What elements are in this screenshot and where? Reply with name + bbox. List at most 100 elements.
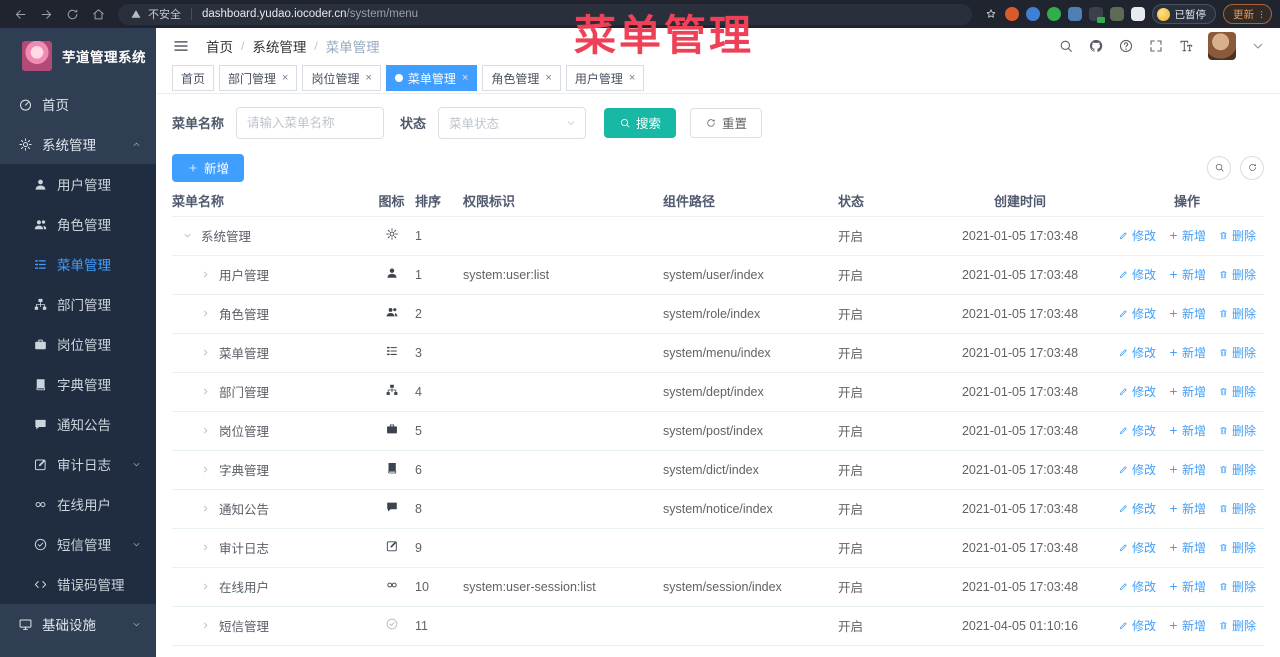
menu-name-input[interactable] — [236, 106, 385, 139]
action-delete-link[interactable]: 删除 — [1218, 305, 1256, 322]
action-add-link[interactable]: 新增 — [1168, 578, 1206, 595]
tab-user[interactable]: 用户管理 × — [565, 65, 645, 92]
action-edit-link[interactable]: 修改 — [1118, 539, 1156, 556]
tab-close-icon[interactable]: × — [365, 72, 371, 84]
sidebar-item-system[interactable]: 系统管理 — [0, 124, 156, 164]
help-icon[interactable] — [1118, 38, 1134, 54]
action-edit-link[interactable]: 修改 — [1118, 383, 1156, 400]
action-edit-link[interactable]: 修改 — [1118, 227, 1156, 244]
search-icon[interactable] — [1058, 38, 1074, 54]
expand-row-icon[interactable] — [200, 386, 211, 397]
action-add-link[interactable]: 新增 — [1168, 422, 1206, 439]
sidebar-item-dept[interactable]: 部门管理 — [0, 284, 156, 324]
extension-blue-gem-icon[interactable] — [1025, 7, 1040, 21]
browser-reload-icon[interactable] — [60, 3, 84, 25]
expand-row-icon[interactable] — [200, 503, 211, 514]
action-edit-link[interactable]: 修改 — [1118, 461, 1156, 478]
tab-close-icon[interactable]: × — [282, 72, 288, 84]
action-add-link[interactable]: 新增 — [1168, 539, 1206, 556]
address-bar[interactable]: 不安全 dashboard.yudao.iocoder.cn/system/me… — [118, 3, 972, 25]
expand-row-icon[interactable] — [200, 308, 211, 319]
search-button[interactable]: 搜索 — [604, 107, 677, 138]
sidebar-item-error-code[interactable]: 错误码管理 — [0, 564, 156, 604]
action-add-link[interactable]: 新增 — [1168, 344, 1206, 361]
fullscreen-icon[interactable] — [1148, 38, 1164, 54]
sidebar-collapse-icon[interactable] — [172, 37, 190, 55]
sidebar-item-notice[interactable]: 通知公告 — [0, 404, 156, 444]
action-delete-link[interactable]: 删除 — [1218, 461, 1256, 478]
action-delete-link[interactable]: 删除 — [1218, 266, 1256, 283]
action-edit-link[interactable]: 修改 — [1118, 266, 1156, 283]
extension-orange-icon[interactable] — [1004, 7, 1019, 21]
action-edit-link[interactable]: 修改 — [1118, 500, 1156, 517]
sidebar-item-post[interactable]: 岗位管理 — [0, 324, 156, 364]
breadcrumb-item[interactable]: 首页 — [206, 36, 233, 56]
expand-row-icon[interactable] — [200, 581, 211, 592]
browser-home-icon[interactable] — [86, 3, 110, 25]
extension-translate-icon[interactable] — [1067, 7, 1082, 21]
action-delete-link[interactable]: 删除 — [1218, 578, 1256, 595]
tab-home[interactable]: 首页 — [172, 65, 215, 92]
sidebar-item-online-user[interactable]: 在线用户 — [0, 484, 156, 524]
tab-close-icon[interactable]: × — [462, 72, 468, 84]
tab-role[interactable]: 角色管理 × — [482, 65, 561, 92]
action-add-link[interactable]: 新增 — [1168, 227, 1206, 244]
sidebar-item-user[interactable]: 用户管理 — [0, 164, 156, 204]
action-delete-link[interactable]: 删除 — [1218, 383, 1256, 400]
sidebar-item-menu[interactable]: 菜单管理 — [0, 244, 156, 284]
action-edit-link[interactable]: 修改 — [1118, 578, 1156, 595]
browser-menu-dots-icon[interactable] — [1256, 9, 1267, 20]
action-add-link[interactable]: 新增 — [1168, 461, 1206, 478]
sidebar-item-home[interactable]: 首页 — [0, 84, 156, 124]
github-icon[interactable] — [1088, 38, 1104, 54]
expand-row-icon[interactable] — [200, 269, 211, 280]
action-edit-link[interactable]: 修改 — [1118, 305, 1156, 322]
action-add-link[interactable]: 新增 — [1168, 617, 1206, 634]
sidebar-item-audit-log[interactable]: 审计日志 — [0, 444, 156, 484]
action-edit-link[interactable]: 修改 — [1118, 422, 1156, 439]
browser-back-icon[interactable] — [8, 3, 32, 25]
expand-row-icon[interactable] — [200, 464, 211, 475]
bookmark-star-icon[interactable] — [984, 7, 998, 21]
action-delete-link[interactable]: 删除 — [1218, 344, 1256, 361]
action-edit-link[interactable]: 修改 — [1118, 344, 1156, 361]
sidebar-item-infra[interactable]: 基础设施 — [0, 604, 156, 644]
add-button[interactable]: 新增 — [172, 153, 245, 182]
not-secure-warning-icon[interactable] — [130, 8, 142, 20]
action-edit-link[interactable]: 修改 — [1118, 617, 1156, 634]
action-delete-link[interactable]: 删除 — [1218, 617, 1256, 634]
tab-close-icon[interactable]: × — [545, 72, 551, 84]
collapse-row-icon[interactable] — [182, 230, 193, 241]
action-delete-link[interactable]: 删除 — [1218, 500, 1256, 517]
tab-close-icon[interactable]: × — [629, 72, 635, 84]
extension-green-check-icon[interactable] — [1046, 7, 1061, 21]
avatar-caret-down-icon[interactable] — [1250, 38, 1266, 54]
expand-row-icon[interactable] — [200, 347, 211, 358]
action-add-link[interactable]: 新增 — [1168, 500, 1206, 517]
expand-row-icon[interactable] — [200, 542, 211, 553]
sidebar-item-dict[interactable]: 字典管理 — [0, 364, 156, 404]
reset-button[interactable]: 重置 — [690, 107, 763, 138]
refresh-table-icon[interactable] — [1240, 155, 1264, 180]
toggle-search-icon[interactable] — [1207, 155, 1231, 180]
tab-post[interactable]: 岗位管理 × — [302, 65, 381, 92]
font-size-icon[interactable] — [1178, 38, 1194, 54]
tab-dept[interactable]: 部门管理 × — [219, 65, 298, 92]
user-avatar[interactable] — [1208, 32, 1236, 61]
action-add-link[interactable]: 新增 — [1168, 266, 1206, 283]
status-select[interactable]: 菜单状态 — [438, 106, 587, 139]
browser-forward-icon[interactable] — [34, 3, 58, 25]
sidebar-logo-row[interactable]: 芋道管理系统 — [0, 28, 156, 84]
tab-menu[interactable]: 菜单管理 × — [385, 65, 478, 92]
action-add-link[interactable]: 新增 — [1168, 383, 1206, 400]
paused-profile-chip[interactable]: 已暂停 — [1151, 4, 1216, 24]
breadcrumb-item[interactable]: 系统管理 — [252, 36, 306, 56]
extension-puzzle-icon[interactable] — [1130, 7, 1145, 21]
action-delete-link[interactable]: 删除 — [1218, 539, 1256, 556]
chrome-update-button[interactable]: 更新 — [1223, 4, 1272, 24]
sidebar-item-role[interactable]: 角色管理 — [0, 204, 156, 244]
action-delete-link[interactable]: 删除 — [1218, 422, 1256, 439]
url-text[interactable]: dashboard.yudao.iocoder.cn/system/menu — [202, 8, 418, 20]
extension-dark-badged-icon[interactable] — [1088, 7, 1105, 23]
expand-row-icon[interactable] — [200, 425, 211, 436]
